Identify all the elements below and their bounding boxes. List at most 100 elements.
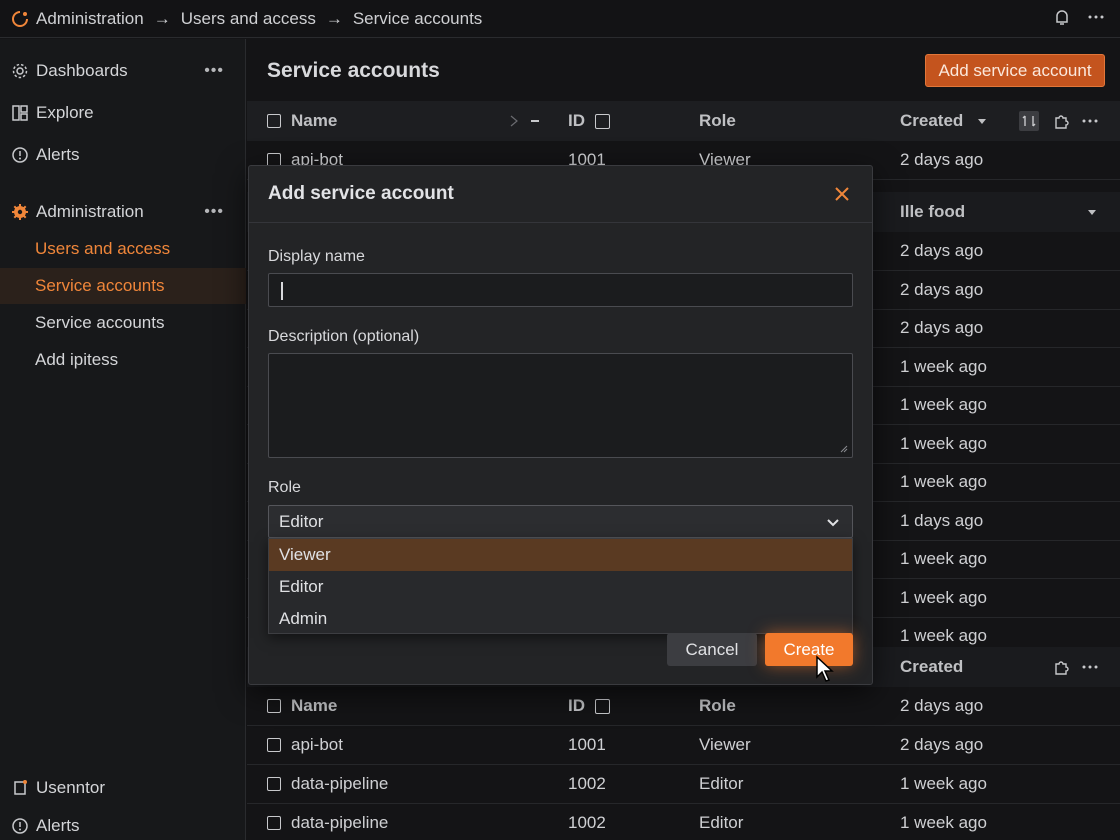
resize-handle-icon[interactable] <box>840 445 848 453</box>
cancel-button[interactable]: Cancel <box>667 633 757 666</box>
row-created: 2 days ago <box>900 150 984 169</box>
role-option-editor[interactable]: Editor <box>269 571 852 603</box>
notifications-icon[interactable] <box>1052 7 1072 27</box>
more-menu-icon[interactable] <box>1086 7 1106 27</box>
description-textarea[interactable] <box>268 353 853 458</box>
table-row[interactable]: data-pipeline 1002 Editor 1 week ago <box>247 765 1120 804</box>
more-icon[interactable]: ••• <box>204 203 224 221</box>
sidebar-subitem-service-accounts[interactable]: Service accounts <box>0 305 246 341</box>
breadcrumb-separator: → <box>153 8 171 28</box>
column-header-id[interactable]: ID <box>568 111 585 131</box>
add-service-account-button[interactable]: Add service account <box>925 54 1105 87</box>
plugin-icon[interactable] <box>1052 647 1070 687</box>
gear-icon <box>10 61 30 81</box>
role-option-admin[interactable]: Admin <box>269 603 852 635</box>
create-button[interactable]: Create <box>765 633 853 666</box>
row-id: 1002 <box>568 774 606 793</box>
column-id-icon[interactable] <box>595 113 610 129</box>
column-id-icon[interactable] <box>595 698 610 714</box>
table-header: Name ID Role Created <box>247 101 1120 141</box>
column-header-secondary[interactable]: Ille food <box>900 192 965 232</box>
chevron-down-icon[interactable] <box>1087 192 1097 232</box>
plugin-icon[interactable] <box>1052 101 1070 141</box>
breadcrumb-item-administration[interactable]: Administration <box>36 9 144 29</box>
chevron-down-icon <box>827 519 839 527</box>
row-role: Role <box>699 696 736 715</box>
sidebar-item-label: Alerts <box>36 816 80 835</box>
sidebar-subitem-users-and-access[interactable]: Users and access <box>0 231 246 267</box>
description-label: Description (optional) <box>268 328 420 345</box>
table-row[interactable]: Name ID Role 2 days ago <box>247 687 1120 726</box>
sidebar-subitem-service-accounts-active[interactable]: Service accounts <box>0 268 246 304</box>
app-logo-icon[interactable] <box>10 9 30 29</box>
sidebar-item-dashboards[interactable]: Dashboards ••• <box>0 53 246 89</box>
table-row[interactable]: api-bot 1001 Viewer 2 days ago <box>247 726 1120 765</box>
more-icon[interactable]: ••• <box>204 62 224 80</box>
row-created: 2 days ago <box>900 241 984 260</box>
bell-icon <box>10 816 30 836</box>
row-checkbox[interactable] <box>267 777 281 791</box>
role-selected-value: Editor <box>279 511 324 531</box>
sidebar-subitem-add[interactable]: Add ipitess <box>0 342 246 378</box>
row-created: 2 days ago <box>900 696 984 715</box>
modal-title: Add service account <box>249 166 872 223</box>
top-bar: Administration → Users and access → Serv… <box>0 0 1120 38</box>
row-id: ID <box>568 696 585 715</box>
row-checkbox[interactable] <box>267 699 281 713</box>
cog-icon <box>10 202 30 222</box>
table-row[interactable]: data-pipeline 1002 Editor 1 week ago <box>247 804 1120 840</box>
column-header-name[interactable]: Name <box>291 111 337 131</box>
breadcrumb-item-users-and-access[interactable]: Users and access <box>181 9 316 29</box>
row-created: 1 week ago <box>900 434 987 453</box>
row-name[interactable]: data-pipeline <box>291 774 388 794</box>
sidebar-item-label: Alerts <box>36 145 80 164</box>
row-role: Viewer <box>699 735 751 754</box>
text-caret <box>281 282 283 300</box>
row-name[interactable]: Name <box>291 696 337 716</box>
sidebar-item-explore[interactable]: Explore <box>0 95 246 131</box>
sidebar: Dashboards ••• Explore Alerts Administra… <box>0 39 246 840</box>
breadcrumb-separator: → <box>325 8 343 28</box>
row-name[interactable]: data-pipeline <box>291 813 388 833</box>
sidebar-item-label: Dashboards <box>36 61 128 80</box>
row-checkbox[interactable] <box>267 816 281 830</box>
row-role: Editor <box>699 813 744 832</box>
row-created: 1 week ago <box>900 549 987 568</box>
display-name-input[interactable] <box>268 273 853 307</box>
role-label: Role <box>268 479 301 496</box>
page-title: Service accounts <box>267 59 440 82</box>
sidebar-item-administration[interactable]: Administration ••• <box>0 194 246 230</box>
role-select[interactable]: Editor <box>268 505 853 538</box>
more-menu-icon[interactable] <box>1081 101 1099 141</box>
column-settings-icon[interactable] <box>1018 101 1040 141</box>
column-header-created[interactable]: Created <box>900 111 963 131</box>
column-resize-icon[interactable] <box>509 101 539 141</box>
row-created: 1 week ago <box>900 472 987 491</box>
sidebar-item-label: Explore <box>36 103 94 122</box>
row-created: 2 days ago <box>900 280 984 299</box>
column-header-role[interactable]: Role <box>699 101 736 141</box>
sort-desc-icon[interactable] <box>977 117 987 125</box>
row-created: 1 week ago <box>900 813 987 832</box>
role-dropdown-menu: Viewer Editor Admin <box>268 538 853 634</box>
sidebar-item-alerts[interactable]: Alerts <box>0 137 246 173</box>
sidebar-item-user[interactable]: Usenntor <box>0 770 246 806</box>
user-icon <box>10 778 30 798</box>
row-name[interactable]: api-bot <box>291 735 343 755</box>
sidebar-item-alerts-bottom[interactable]: Alerts <box>0 808 246 840</box>
alert-icon <box>10 145 30 165</box>
row-checkbox[interactable] <box>267 738 281 752</box>
select-all-checkbox[interactable] <box>267 114 281 128</box>
role-option-viewer[interactable]: Viewer <box>269 539 852 571</box>
sidebar-item-label: Usenntor <box>36 778 105 797</box>
display-name-label: Display name <box>268 248 365 265</box>
row-created: 2 days ago <box>900 318 984 337</box>
more-menu-icon[interactable] <box>1081 647 1099 687</box>
row-id: 1001 <box>568 735 606 754</box>
column-header-created[interactable]: Created <box>900 647 963 687</box>
breadcrumb-item-service-accounts: Service accounts <box>352 8 483 28</box>
add-service-account-modal: Add service account Display name Descrip… <box>248 165 873 685</box>
close-icon[interactable] <box>832 184 852 204</box>
sidebar-item-label: Administration <box>36 202 144 221</box>
row-created: 1 week ago <box>900 395 987 414</box>
